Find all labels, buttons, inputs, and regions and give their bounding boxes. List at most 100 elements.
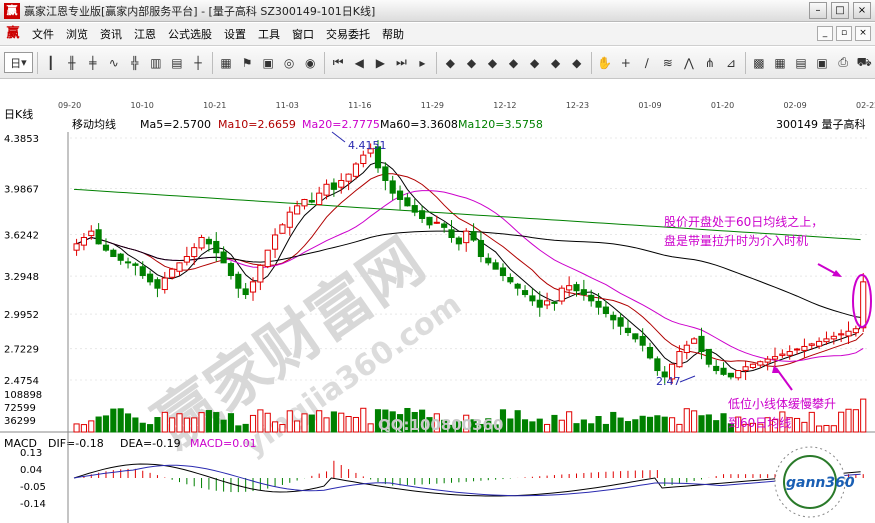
- save-icon[interactable]: ▣: [812, 52, 832, 73]
- diamond-icon[interactable]: ◆: [461, 52, 481, 73]
- diamond-icon[interactable]: ◆: [567, 52, 587, 73]
- bar-mini-icon[interactable]: ▤: [167, 52, 187, 73]
- moving-average-lines: [73, 161, 864, 373]
- line-draw-icon[interactable]: ∕: [637, 52, 657, 73]
- wave-icon[interactable]: ≋: [658, 52, 678, 73]
- line-chart-icon[interactable]: ∿: [104, 52, 124, 73]
- date-tick: 02-22: [856, 101, 875, 110]
- mdi-close-button[interactable]: ×: [855, 26, 871, 41]
- candle-body: [771, 356, 779, 360]
- diamond-icon[interactable]: ◆: [546, 52, 566, 73]
- candle-body: [602, 306, 609, 315]
- ohlc-icon[interactable]: ╬: [125, 52, 145, 73]
- menu-help[interactable]: 帮助: [376, 26, 410, 42]
- candle-body: [610, 314, 617, 321]
- volume-bar: [220, 419, 227, 433]
- candle-body: [264, 249, 271, 268]
- volume-bar: [860, 398, 867, 433]
- candlestick-icon[interactable]: ┃: [41, 52, 61, 73]
- menu-trade[interactable]: 交易委托: [320, 26, 376, 42]
- diamond-icon[interactable]: ◆: [525, 52, 545, 73]
- mdi-restore-button[interactable]: ▫: [836, 26, 852, 41]
- volume-bar: [676, 423, 683, 433]
- menu-tools[interactable]: 工具: [252, 26, 286, 42]
- period-select[interactable]: 日 ▾: [4, 52, 33, 73]
- volume-bar: [529, 421, 536, 433]
- zigzag-icon[interactable]: ⋀: [679, 52, 699, 73]
- candle-body: [389, 180, 396, 194]
- volume-tick: 72599: [4, 403, 36, 414]
- next-icon[interactable]: ▶: [370, 52, 390, 73]
- table-icon[interactable]: ▤: [791, 52, 811, 73]
- volume-bar: [147, 424, 154, 433]
- grid-icon[interactable]: ▦: [216, 52, 236, 73]
- volume-bar: [308, 414, 315, 433]
- plus-icon[interactable]: +: [616, 52, 636, 73]
- volume-bar: [705, 414, 712, 433]
- candle-body: [455, 237, 462, 245]
- measure-icon[interactable]: ⊿: [721, 52, 741, 73]
- candle-body: [720, 367, 727, 375]
- first-icon[interactable]: ⏮: [328, 52, 348, 73]
- mdi-controls: _ ▫ ×: [817, 26, 871, 41]
- calendar-icon[interactable]: ▩: [749, 52, 769, 73]
- candle-body: [272, 234, 279, 250]
- volume-bar: [301, 413, 308, 433]
- chart-area[interactable]: 09-20 10-10 10-21 11-03 11-16 11-29 12-12 12-23…: [0, 80, 875, 523]
- hand-icon[interactable]: ✋: [595, 52, 615, 73]
- candle-body: [191, 247, 198, 258]
- candle-body: [595, 300, 602, 308]
- calculator-icon[interactable]: ▦: [770, 52, 790, 73]
- prev-icon[interactable]: ◀: [349, 52, 369, 73]
- date-tick: 01-09: [638, 101, 661, 110]
- flag-icon[interactable]: ⚑: [237, 52, 257, 73]
- ma10-label: Ma10=2.6659: [218, 118, 296, 131]
- mdi-minimize-button[interactable]: _: [817, 26, 833, 41]
- menu-gann[interactable]: 江恩: [128, 26, 162, 42]
- diamond-icon[interactable]: ◆: [440, 52, 460, 73]
- macd-tick: -0.14: [20, 499, 46, 510]
- macd-dif: DIF=-0.18: [48, 437, 104, 450]
- cross-cursor-icon[interactable]: ┼: [188, 52, 208, 73]
- ring-icon[interactable]: ◉: [300, 52, 320, 73]
- ma5-label: Ma5=2.5700: [140, 118, 211, 131]
- bar-chart-icon[interactable]: ╫: [62, 52, 82, 73]
- volume-bar: [360, 407, 367, 433]
- kline-type-icon[interactable]: ╪: [83, 52, 103, 73]
- candle-body: [286, 211, 293, 228]
- menu-formula[interactable]: 公式选股: [162, 26, 218, 42]
- volume-bar: [713, 420, 720, 433]
- window-controls: – □ ×: [809, 2, 871, 19]
- diamond-icon[interactable]: ◆: [482, 52, 502, 73]
- minimize-button[interactable]: –: [809, 2, 827, 19]
- diamond-icon[interactable]: ◆: [504, 52, 524, 73]
- chart-mode-icon[interactable]: ▣: [258, 52, 278, 73]
- circle-icon[interactable]: ◎: [279, 52, 299, 73]
- candle-body: [132, 263, 139, 266]
- kline-chart-svg[interactable]: 09-20 10-10 10-21 11-03 11-16 11-29 12-12 12-23…: [0, 80, 875, 523]
- last-icon[interactable]: ⏭: [391, 52, 411, 73]
- macd-dea: DEA=-0.19: [120, 437, 181, 450]
- volume-tick: 108898: [4, 390, 42, 401]
- print-icon[interactable]: ⎙: [833, 52, 853, 73]
- volume-bar: [551, 414, 558, 433]
- menu-file[interactable]: 文件: [26, 26, 60, 42]
- close-button[interactable]: ×: [853, 2, 871, 19]
- menu-window[interactable]: 窗口: [286, 26, 320, 42]
- menu-info[interactable]: 资讯: [94, 26, 128, 42]
- price-tick: 3.9867: [4, 185, 39, 196]
- candle-body: [176, 262, 183, 272]
- candle-body: [779, 353, 786, 356]
- menu-settings[interactable]: 设置: [218, 26, 252, 42]
- fan-icon[interactable]: ⋔: [700, 52, 720, 73]
- macd-dea-line: [73, 464, 861, 497]
- menu-browse[interactable]: 浏览: [60, 26, 94, 42]
- price-tick: 2.9952: [4, 310, 39, 321]
- period-select-label: 日: [10, 56, 22, 70]
- maximize-button[interactable]: □: [831, 2, 849, 19]
- histogram-icon[interactable]: ▥: [146, 52, 166, 73]
- candle-body: [441, 223, 448, 228]
- volume-bar: [330, 411, 337, 433]
- step-icon[interactable]: ▸: [412, 52, 432, 73]
- truck-icon[interactable]: ⛟: [854, 52, 874, 73]
